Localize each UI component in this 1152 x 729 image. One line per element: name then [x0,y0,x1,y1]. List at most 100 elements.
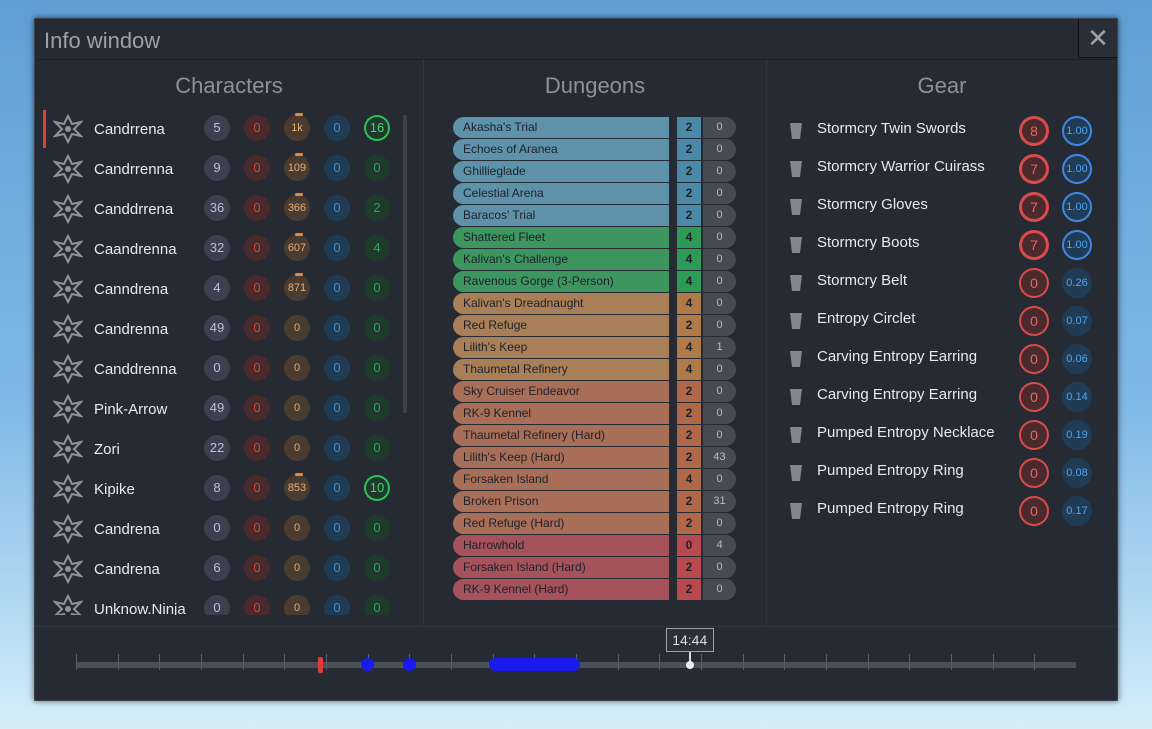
gold-stat-badge: 0 [284,515,310,541]
blue-stat-badge: 0 [324,315,350,341]
green-stat-badge: 10 [364,475,390,501]
blue-stat-badge: 0 [324,515,350,541]
gear-row[interactable]: Pumped Entropy Necklace 0 0.19 [781,418,1111,456]
gold-progress-tick [295,153,303,156]
blue-stat-badge: 0 [324,555,350,581]
character-name: Candrrenna [94,161,174,178]
character-row[interactable]: Canndrena 4 0 871 0 0 [43,269,408,309]
timeline-event[interactable] [361,658,375,671]
gear-row[interactable]: Stormcry Twin Swords 8 1.00 [781,114,1111,152]
gear-row[interactable]: Stormcry Gloves 7 1.00 [781,190,1111,228]
characters-panel: Characters Candrrena 5 0 1k 0 16 Candrrenna 9 0 1… [35,59,424,626]
gear-row[interactable]: Carving Entropy Earring 0 0.14 [781,380,1111,418]
timeline-hour-tick [326,654,327,670]
gold-progress-tick [295,273,303,276]
dungeon-name: Thaumetal Refinery [453,359,669,380]
blue-stat-badge: 0 [324,235,350,261]
enchant-level-badge: 0 [1019,458,1049,488]
quality-badge: 0.26 [1062,268,1092,298]
dungeon-row: Sky Cruiser Endeavor 2 0 [453,381,736,402]
dungeon-extra-count: 0 [703,513,736,534]
dungeon-name: Red Refuge [453,315,669,336]
characters-heading: Characters [175,73,283,98]
close-button[interactable]: ✕ [1078,19,1117,58]
gear-row[interactable]: Pumped Entropy Ring 0 0.08 [781,456,1111,494]
character-list[interactable]: Candrrena 5 0 1k 0 16 Candrrenna 9 0 109 0 0 Canddrr… [43,109,408,615]
character-row[interactable]: Candrenna 49 0 0 0 0 [43,309,408,349]
character-name: Canndrena [94,281,169,298]
blue-stat-badge: 0 [324,195,350,221]
timeline-event[interactable] [317,657,323,673]
timeline-event[interactable] [403,658,417,671]
gear-row[interactable]: Pumped Entropy Ring 0 0.17 [781,494,1111,532]
dungeon-row: Forsaken Island 4 0 [453,469,736,490]
timeline-hour-tick [992,654,994,670]
character-row[interactable]: Zori 22 0 0 0 0 [43,429,408,469]
character-row[interactable]: Canddrenna 0 0 0 0 0 [43,349,408,389]
character-name: Candrena [94,561,160,578]
gold-stat-badge: 0 [284,435,310,461]
character-row[interactable]: Pink-Arrow 49 0 0 0 0 [43,389,408,429]
character-row[interactable]: Candrrena 5 0 1k 0 16 [43,109,408,149]
title-bar[interactable]: Info window ✕ [35,19,1117,60]
cuirass-icon [785,158,807,180]
character-row[interactable]: Caandrenna 32 0 607 0 4 [43,229,408,269]
dungeon-name: Baracos' Trial [453,205,669,226]
blue-stat-badge: 0 [324,475,350,501]
gear-row[interactable]: Entropy Circlet 0 0.07 [781,304,1111,342]
gear-panel: Gear Stormcry Twin Swords 8 1.00 Stormcry W… [767,59,1117,626]
character-name: Candrenna [94,321,169,338]
timeline-event[interactable] [488,658,581,671]
timeline-hour-tick [742,654,744,670]
green-stat-badge: 0 [364,355,390,381]
dungeon-run-count: 2 [677,183,701,204]
gear-row[interactable]: Stormcry Warrior Cuirass 7 1.00 [781,152,1111,190]
gear-row[interactable]: Stormcry Boots 7 1.00 [781,228,1111,266]
blue-stat-badge: 0 [324,595,350,615]
level-badge: 49 [204,395,230,421]
gear-row[interactable]: Stormcry Belt 0 0.26 [781,266,1111,304]
character-row[interactable]: Canddrrena 36 0 366 0 2 [43,189,408,229]
character-row[interactable]: Unknow.Ninja 0 0 0 0 0 [43,589,408,615]
green-stat-badge: 0 [364,595,390,615]
dungeon-row: Broken Prison 2 31 [453,491,736,512]
dungeon-run-count: 2 [677,205,701,226]
character-list-scrollbar[interactable] [403,115,407,413]
character-row[interactable]: Candrena 6 0 0 0 0 [43,549,408,589]
dungeon-name: Lilith's Keep (Hard) [453,447,669,468]
timeline-hour-tick [951,654,952,670]
enchant-level-badge: 7 [1019,230,1049,260]
dungeon-extra-count: 0 [703,183,736,204]
enchant-level-badge: 8 [1019,116,1049,146]
dungeon-row: Ravenous Gorge (3-Person) 4 0 [453,271,736,292]
info-window: Info window ✕ Characters Candrrena 5 0 1k 0 1… [34,18,1118,701]
gold-stat-badge: 366 [284,195,310,221]
red-stat-badge: 0 [244,195,270,221]
level-badge: 4 [204,275,230,301]
enchant-level-badge: 0 [1019,344,1049,374]
green-stat-badge: 0 [364,275,390,301]
character-name: Caandrenna [94,241,177,258]
gold-stat-badge: 0 [284,595,310,615]
dungeon-name: Kalivan's Dreadnaught [453,293,669,314]
gold-progress-tick [295,233,303,236]
dungeon-row: Lilith's Keep 4 1 [453,337,736,358]
job-crest-icon [51,273,85,305]
window-title: Info window [44,28,161,53]
gear-row[interactable]: Carving Entropy Earring 0 0.06 [781,342,1111,380]
dungeon-name: Echoes of Aranea [453,139,669,160]
green-stat-badge: 2 [364,195,390,221]
character-row[interactable]: Kipike 8 0 853 0 10 [43,469,408,509]
character-row[interactable]: Candrrenna 9 0 109 0 0 [43,149,408,189]
dungeon-run-count: 2 [677,117,701,138]
dungeon-row: Thaumetal Refinery 4 0 [453,359,736,380]
dungeon-run-count: 2 [677,579,701,600]
character-name: Pink-Arrow [94,401,168,418]
dungeon-run-count: 2 [677,491,701,512]
dungeon-run-count: 2 [677,381,701,402]
gold-progress-tick [295,193,303,196]
blue-stat-badge: 0 [324,435,350,461]
character-row[interactable]: Candrena 0 0 0 0 0 [43,509,408,549]
quality-badge: 0.17 [1062,496,1092,526]
timeline-track[interactable]: 0:001:002:003:004:005:006:007:008:009:00… [76,650,1076,673]
